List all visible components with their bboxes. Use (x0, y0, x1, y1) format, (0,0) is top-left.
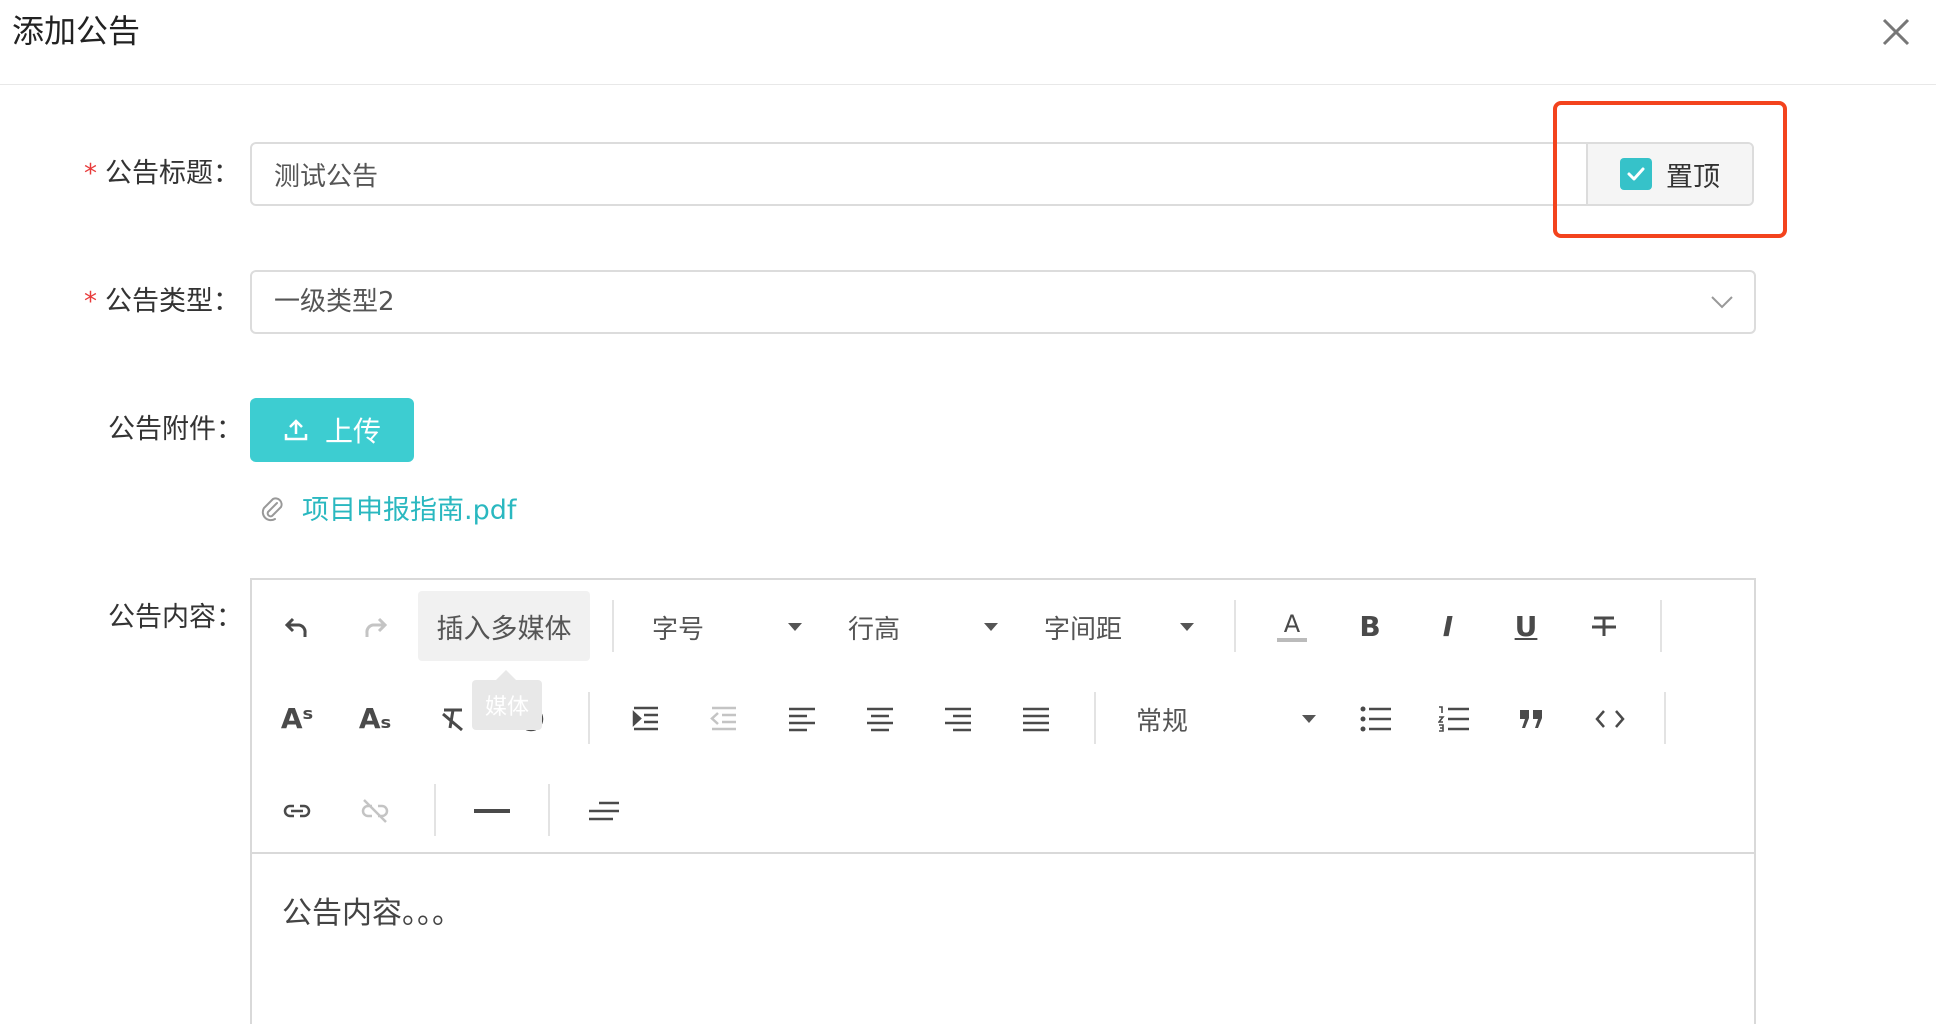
bold-icon[interactable]: B (1342, 602, 1398, 652)
editor-content[interactable]: 公告内容。。。 (282, 888, 462, 932)
subscript-icon[interactable]: Aₛ (347, 694, 403, 744)
text-indent-icon[interactable] (576, 786, 632, 836)
toolbar-divider (434, 784, 436, 836)
blockquote-icon[interactable] (1504, 694, 1560, 744)
chevron-down-icon (1708, 290, 1736, 318)
toolbar-divider (1234, 600, 1236, 652)
numbered-list-icon[interactable] (1426, 694, 1482, 744)
dialog-header: 添加公告 (0, 0, 1936, 85)
heading-label: 常规 (1136, 706, 1189, 737)
paperclip-icon (261, 496, 283, 521)
underline-icon[interactable]: U (1498, 602, 1554, 652)
title-field-label: * 公告标题： (84, 154, 240, 194)
underline-glyph: U (1514, 610, 1538, 643)
required-mark: * (84, 287, 97, 317)
font-size-label: 字号 (652, 614, 705, 645)
letter-spacing-dropdown[interactable]: 字间距 (1044, 602, 1194, 652)
title-label-text: 公告标题： (105, 158, 240, 189)
checkbox-checked-icon[interactable] (1620, 158, 1652, 190)
horizontal-rule-icon[interactable] (464, 786, 520, 836)
toolbar-divider (1094, 692, 1096, 744)
letter-spacing-label: 字间距 (1044, 614, 1123, 645)
text-color-icon[interactable]: A (1264, 602, 1320, 652)
undo-icon[interactable] (269, 602, 325, 652)
tooltip-arrow (496, 670, 516, 680)
indent-icon[interactable] (618, 694, 674, 744)
caret-down-icon (788, 623, 802, 631)
attachment-link[interactable]: 项目申报指南.pdf (302, 488, 516, 527)
type-select[interactable]: 一级类型2 (250, 270, 1756, 334)
align-center-icon[interactable] (852, 694, 908, 744)
toolbar-divider (612, 600, 614, 652)
toolbar-divider (1660, 600, 1662, 652)
attachment-field-label: 公告附件： (108, 414, 243, 445)
pin-label: 置顶 (1666, 161, 1720, 193)
title-input-group: 置顶 (250, 142, 1754, 206)
align-right-icon[interactable] (930, 694, 986, 744)
outdent-icon[interactable] (696, 694, 752, 744)
text-color-glyph: A (1283, 610, 1301, 638)
type-label-text: 公告类型： (105, 286, 240, 317)
code-icon[interactable] (1582, 694, 1638, 744)
strikethrough-icon[interactable] (1576, 602, 1632, 652)
title-input[interactable] (252, 144, 1588, 204)
bullet-list-icon[interactable] (1348, 694, 1404, 744)
align-justify-icon[interactable] (1008, 694, 1064, 744)
insert-media-button[interactable]: 插入多媒体 (418, 591, 590, 661)
caret-down-icon (1180, 623, 1194, 631)
line-height-dropdown[interactable]: 行高 (848, 602, 998, 652)
attachment-list-item: 项目申报指南.pdf (258, 488, 516, 527)
pin-checkbox[interactable]: 置顶 (1586, 144, 1752, 204)
content-field-label: 公告内容： (108, 602, 243, 633)
text-color-swatch (1277, 638, 1307, 642)
toolbar-divider (588, 692, 590, 744)
upload-icon (284, 419, 308, 441)
rich-text-editor: 插入多媒体 字号 行高 字间距 A B I U Aˢ Aₛ 媒体 常规 公告内容… (250, 578, 1756, 1024)
superscript-icon[interactable]: Aˢ (269, 694, 325, 744)
toolbar-divider (548, 784, 550, 836)
editor-toolbar: 插入多媒体 字号 行高 字间距 A B I U Aˢ Aₛ 媒体 常规 (252, 580, 1754, 854)
upload-button[interactable]: 上传 (250, 398, 414, 462)
subscript-glyph: Aₛ (358, 702, 392, 735)
superscript-glyph: Aˢ (280, 702, 314, 735)
heading-dropdown[interactable]: 常规 (1136, 694, 1316, 744)
italic-glyph: I (1442, 610, 1454, 643)
dialog-title: 添加公告 (12, 12, 141, 50)
redo-icon[interactable] (347, 602, 403, 652)
media-tooltip: 媒体 (472, 680, 542, 730)
italic-icon[interactable]: I (1420, 602, 1476, 652)
align-left-icon[interactable] (774, 694, 830, 744)
line-height-label: 行高 (848, 614, 901, 645)
required-mark: * (84, 159, 97, 189)
caret-down-icon (1302, 715, 1316, 723)
toolbar-divider (1664, 692, 1666, 744)
upload-label: 上传 (324, 415, 381, 448)
link-icon[interactable] (269, 786, 325, 836)
type-field-label: * 公告类型： (84, 282, 240, 322)
close-icon[interactable] (1876, 12, 1916, 52)
bold-glyph: B (1359, 610, 1381, 643)
type-select-value: 一级类型2 (274, 287, 395, 317)
unlink-icon[interactable] (347, 786, 403, 836)
caret-down-icon (984, 623, 998, 631)
font-size-dropdown[interactable]: 字号 (652, 602, 802, 652)
